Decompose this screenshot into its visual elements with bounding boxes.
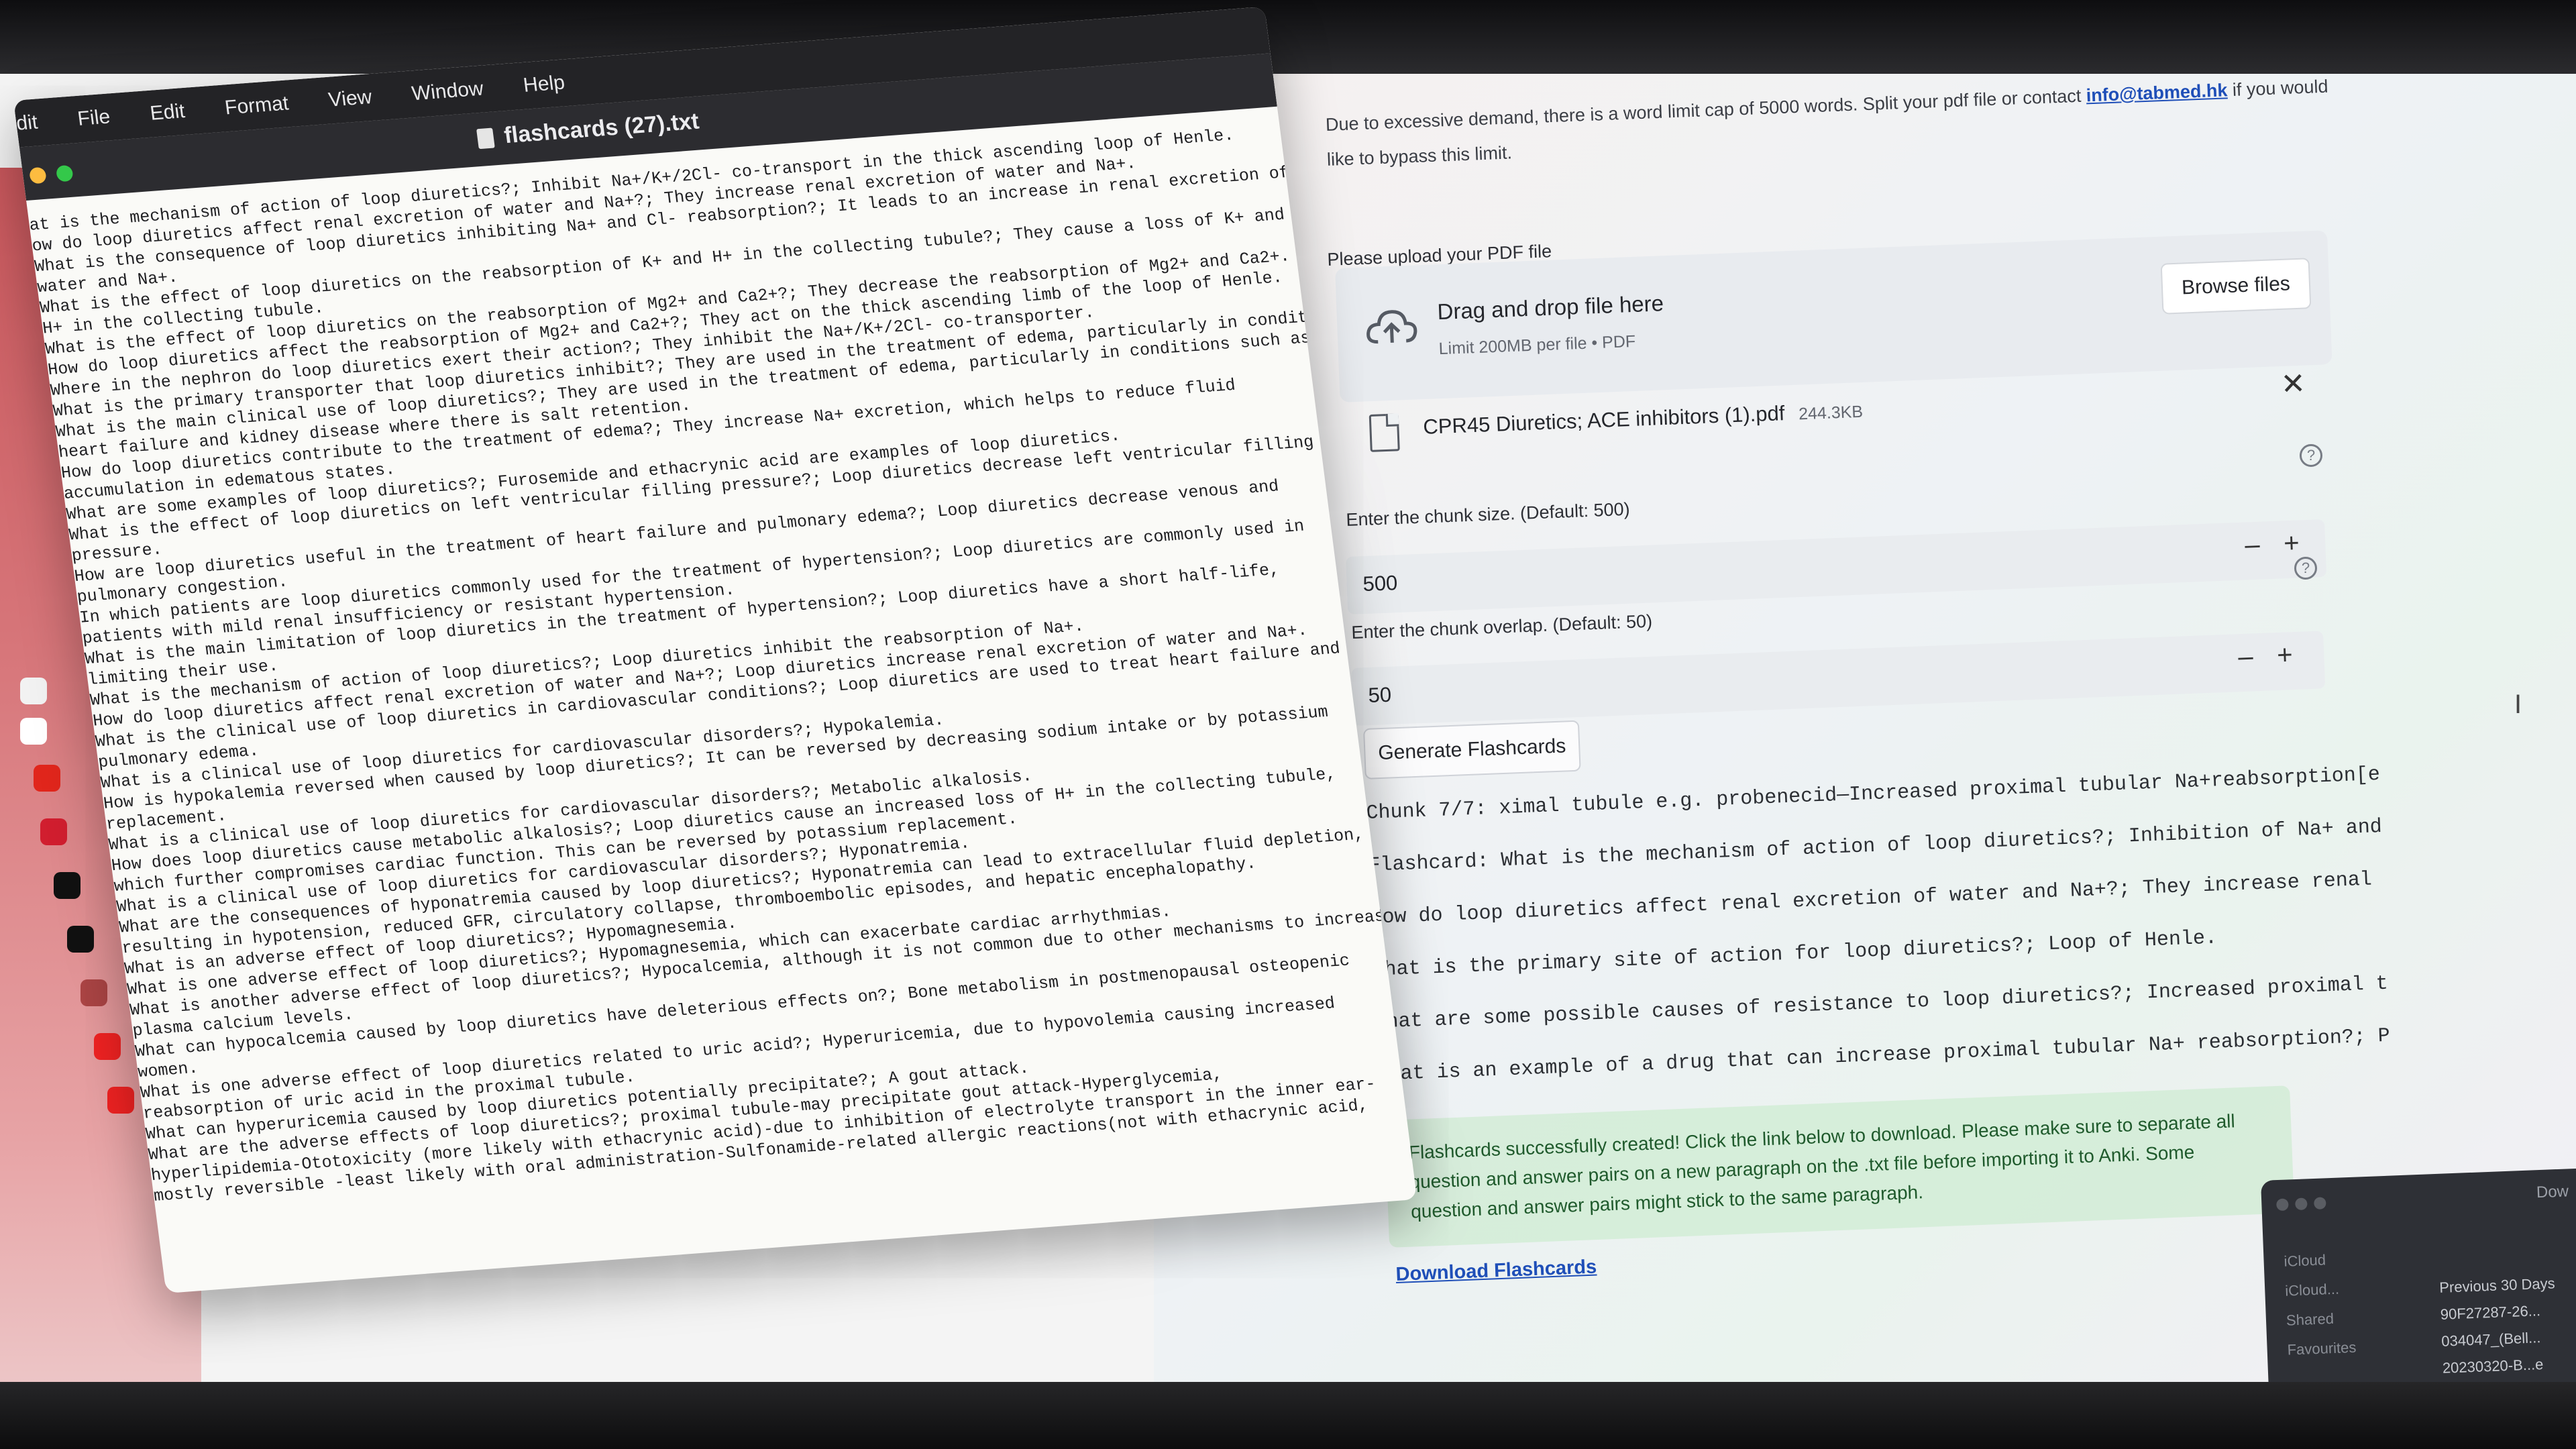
text-cursor-icon: I <box>2514 690 2522 719</box>
finder-section: Previous 30 Days <box>2438 1275 2556 1296</box>
file-icon <box>1368 413 1400 452</box>
finder-file-list: Previous 30 Days 90F27287-26... 034047_(… <box>2439 1270 2559 1382</box>
monitor-bezel-top <box>0 0 2576 74</box>
upload-cloud-icon <box>1366 310 1417 344</box>
chunk-overlap-plus-icon[interactable]: + <box>2276 640 2293 671</box>
screen: Due to excessive demand, there is a word… <box>0 0 2576 1449</box>
document-icon <box>476 127 495 150</box>
editor-text-area[interactable]: at is the mechanism of action of loop di… <box>26 107 1417 1293</box>
finder-file[interactable]: 20230320-B...e <box>2442 1350 2559 1382</box>
flashcard-output: Chunk 7/7: ximal tubule e.g. probenecid—… <box>1366 762 2424 1116</box>
contact-email-link[interactable]: info@tabmed.hk <box>2086 80 2228 105</box>
generate-flashcards-button[interactable]: Generate Flashcards <box>1363 720 1581 780</box>
app-icon[interactable] <box>67 926 94 953</box>
browse-files-button[interactable]: Browse files <box>2160 258 2312 315</box>
finder-file[interactable]: 034047_(Bell... <box>2441 1324 2558 1355</box>
text-editor-window: dit File Edit Format View Window Help fl… <box>13 6 1417 1293</box>
mail-icon[interactable] <box>40 818 67 845</box>
dropzone-title: Drag and drop file here <box>1436 290 1664 325</box>
github-icon[interactable] <box>20 718 47 745</box>
uploaded-file-size: 244.3KB <box>1798 402 1864 424</box>
chunk-overlap-value: 50 <box>1367 682 1392 708</box>
menu-edit-partial[interactable]: dit <box>15 111 39 136</box>
finder-header: Dow <box>2536 1182 2569 1202</box>
monitor-bezel-bottom <box>0 1382 2576 1449</box>
finder-sidebar-item[interactable]: iCloud <box>2284 1244 2353 1277</box>
chunk-overlap-minus-icon[interactable]: – <box>2237 641 2253 672</box>
uploaded-file-name: CPR45 Diuretics; ACE inhibitors (1).pdf <box>1422 401 1785 439</box>
app-icon[interactable] <box>54 872 80 899</box>
menu-edit[interactable]: Edit <box>149 100 186 125</box>
youtube-icon[interactable] <box>107 1087 134 1114</box>
finder-sidebar-item[interactable]: Favourites <box>2287 1333 2357 1365</box>
menu-help[interactable]: Help <box>522 71 566 97</box>
chunk-size-plus-icon[interactable]: + <box>2283 528 2300 559</box>
finder-sidebar-item[interactable]: iCloud... <box>2285 1274 2355 1306</box>
menu-file[interactable]: File <box>76 105 112 130</box>
editor-title: flashcards (27).txt <box>502 108 701 149</box>
chunk-help-icon[interactable]: ? <box>2294 557 2317 580</box>
menu-window[interactable]: Window <box>411 78 485 106</box>
help-icon[interactable]: ? <box>2300 444 2322 467</box>
youtube-icon[interactable] <box>94 1033 121 1060</box>
finder-sidebar: iCloud iCloud... Shared Favourites <box>2284 1244 2357 1365</box>
menu-format[interactable]: Format <box>223 92 290 119</box>
window-controls[interactable] <box>28 160 85 191</box>
app-icon[interactable] <box>80 979 107 1006</box>
remove-file-close-icon[interactable]: ✕ <box>2280 366 2306 401</box>
plus-icon[interactable] <box>20 678 47 704</box>
finder-sidebar-item[interactable]: Shared <box>2286 1303 2355 1336</box>
app-icon[interactable] <box>34 765 60 792</box>
finder-traffic-lights[interactable] <box>2276 1195 2333 1215</box>
chunk-size-minus-icon[interactable]: – <box>2244 530 2260 561</box>
finder-file[interactable]: 90F27287-26... <box>2440 1297 2557 1328</box>
menu-view[interactable]: View <box>327 86 374 112</box>
finder-window: Dow iCloud iCloud... Shared Favourites P… <box>2261 1167 2576 1402</box>
dropzone-limit: Limit 200MB per file • PDF <box>1438 331 1636 359</box>
chunk-size-value: 500 <box>1362 571 1398 596</box>
